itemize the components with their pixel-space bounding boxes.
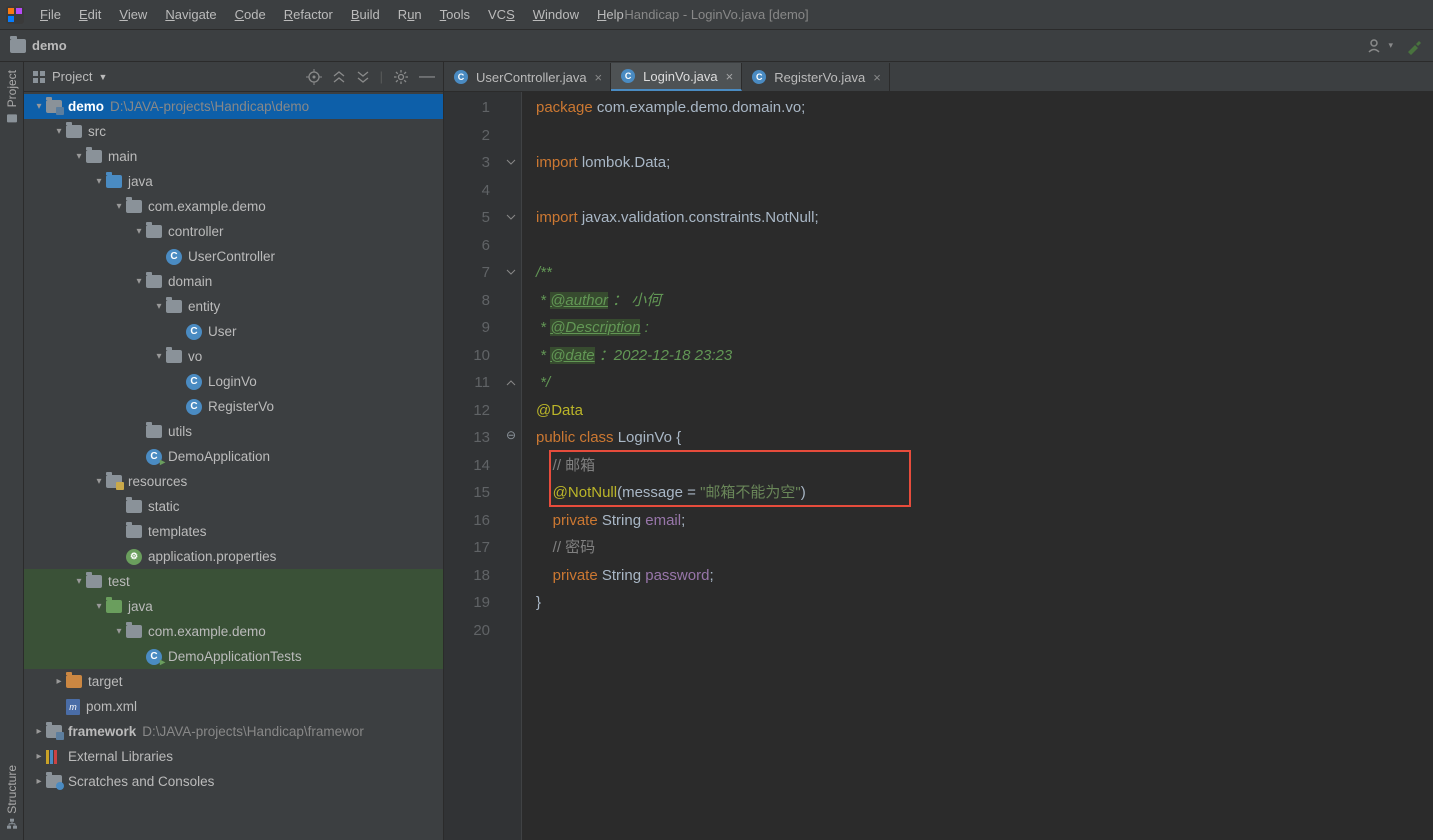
panel-title[interactable]: Project [52,69,92,84]
tool-project[interactable]: Project [5,70,19,123]
fold-marker-icon[interactable] [506,149,518,161]
tool-structure[interactable]: Structure [5,765,19,830]
menu-build[interactable]: Build [343,3,388,26]
tree-app-props[interactable]: ⚙application.properties [24,544,443,569]
code-content[interactable]: package com.example.demo.domain.vo; impo… [522,92,1433,840]
project-panel: Project ▼ | — ▾demoD:\JAVA-projects\Hand… [24,62,444,840]
build-icon[interactable] [1405,37,1423,55]
tree-main[interactable]: ▾main [24,144,443,169]
close-icon[interactable]: × [873,70,881,85]
project-tree[interactable]: ▾demoD:\JAVA-projects\Handicap\demo ▾src… [24,92,443,840]
fold-gutter[interactable]: ⊖ [504,92,522,840]
tree-test[interactable]: ▾test [24,569,443,594]
collapse-all-icon[interactable] [356,68,370,86]
tree-loginvo[interactable]: CLoginVo [24,369,443,394]
tree-usercontroller[interactable]: CUserController [24,244,443,269]
folder-icon [10,39,26,53]
menu-window[interactable]: Window [525,3,587,26]
menu-vcs[interactable]: VCS [480,3,523,26]
tree-framework[interactable]: ▸frameworkD:\JAVA-projects\Handicap\fram… [24,719,443,744]
tree-resources[interactable]: ▾resources [24,469,443,494]
tree-static[interactable]: static [24,494,443,519]
window-title: Handicap - LoginVo.java [demo] [624,7,808,22]
menu-edit[interactable]: Edit [71,3,109,26]
java-class-icon: C▸ [146,649,162,665]
tree-registervo[interactable]: CRegisterVo [24,394,443,419]
java-class-icon: C [166,249,182,265]
tree-java[interactable]: ▾java [24,169,443,194]
breadcrumb[interactable]: demo [10,38,67,53]
left-tool-strip: Project Structure [0,62,24,840]
tree-ext-libs[interactable]: ▸External Libraries [24,744,443,769]
hide-icon[interactable]: — [419,68,435,86]
menu-run[interactable]: Run [390,3,430,26]
line-number-gutter: 1234567891011121314151617181920 [444,92,504,840]
tree-utils[interactable]: utils [24,419,443,444]
menu-code[interactable]: Code [227,3,274,26]
breadcrumb-project: demo [32,38,67,53]
tree-test-java[interactable]: ▾java [24,594,443,619]
user-menu-icon[interactable]: ▾ [1367,38,1393,54]
tab-usercontroller[interactable]: CUserController.java× [444,63,611,91]
tree-vo[interactable]: ▾vo [24,344,443,369]
tree-pom[interactable]: mpom.xml [24,694,443,719]
java-class-icon: C [186,324,202,340]
fold-marker-icon[interactable] [506,259,518,271]
editor-tabs: CUserController.java× CLoginVo.java× CRe… [444,62,1433,92]
menu-view[interactable]: View [111,3,155,26]
divider: | [380,68,383,86]
library-icon [46,750,62,764]
menu-navigate[interactable]: Navigate [157,3,224,26]
fold-marker-icon[interactable] [506,204,518,216]
java-class-icon: C [186,399,202,415]
menu-refactor[interactable]: Refactor [276,3,341,26]
fold-marker-icon[interactable]: ⊖ [506,429,518,441]
java-class-icon: C [454,70,468,84]
tree-src[interactable]: ▾src [24,119,443,144]
tree-demo-app-tests[interactable]: C▸DemoApplicationTests [24,644,443,669]
app-logo-icon [6,6,24,24]
tree-root[interactable]: ▾demoD:\JAVA-projects\Handicap\demo [24,94,443,119]
tree-domain[interactable]: ▾domain [24,269,443,294]
panel-dropdown-icon[interactable]: ▼ [98,72,107,82]
java-class-icon: C▸ [146,449,162,465]
tree-test-pkg[interactable]: ▾com.example.demo [24,619,443,644]
tab-registervo[interactable]: CRegisterVo.java× [742,63,890,91]
menu-file[interactable]: File [32,3,69,26]
project-view-icon [32,70,46,84]
tree-templates[interactable]: templates [24,519,443,544]
tree-controller[interactable]: ▾controller [24,219,443,244]
tree-target[interactable]: ▸target [24,669,443,694]
tree-pkg[interactable]: ▾com.example.demo [24,194,443,219]
java-class-icon: C [186,374,202,390]
menu-tools[interactable]: Tools [432,3,478,26]
tree-demoapplication[interactable]: C▸DemoApplication [24,444,443,469]
tree-user[interactable]: CUser [24,319,443,344]
java-class-icon: C [752,70,766,84]
close-icon[interactable]: × [595,70,603,85]
tree-entity[interactable]: ▾entity [24,294,443,319]
maven-icon: m [66,699,80,715]
locate-icon[interactable] [306,68,322,86]
editor-area: CUserController.java× CLoginVo.java× CRe… [444,62,1433,840]
toolbar: demo ▾ [0,30,1433,62]
tree-scratches[interactable]: ▸Scratches and Consoles [24,769,443,794]
close-icon[interactable]: × [726,69,734,84]
menubar: File Edit View Navigate Code Refactor Bu… [0,0,1433,30]
scratches-icon [46,775,62,788]
java-class-icon: C [621,69,635,83]
fold-end-icon[interactable] [506,370,518,382]
settings-icon[interactable] [393,68,409,86]
code-editor[interactable]: 1234567891011121314151617181920 ⊖ packag… [444,92,1433,840]
expand-all-icon[interactable] [332,68,346,86]
spring-icon: ⚙ [126,549,142,565]
tab-loginvo[interactable]: CLoginVo.java× [611,63,742,91]
